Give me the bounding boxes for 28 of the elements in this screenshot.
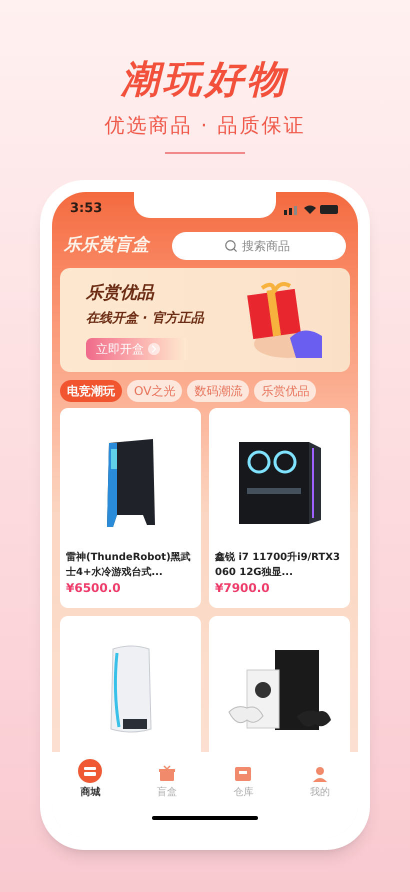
nav-tab[interactable]: 盲盒 [142, 758, 192, 800]
app-title: 乐乐赏盲盒 [64, 234, 149, 258]
box-icon [234, 765, 252, 783]
status-time: 3:53 [70, 200, 102, 218]
status-icons [284, 203, 340, 215]
product-card[interactable]: 鑫锐 i7 11700升i9/RTX3060 12G独显... ¥7900.0 [209, 408, 350, 608]
category-tab[interactable]: 数码潮流 [187, 380, 250, 402]
category-tab[interactable]: 电竞潮玩 [60, 380, 122, 402]
category-tab[interactable]: OV之光 [127, 380, 182, 402]
category-tab[interactable]: 乐赏优品 [254, 380, 316, 402]
product-name: 雷神(ThundeRobot)黑武士4+水冷游戏台式... [66, 550, 192, 580]
nav-tab[interactable]: 我的 [294, 758, 345, 800]
nav-tab[interactable]: 仓库 [218, 758, 268, 800]
chevron-right-icon [148, 342, 160, 354]
search-icon [224, 239, 238, 253]
gift-box-icon [158, 765, 176, 783]
subtitle: 优选商品 · 品质保证 [104, 112, 306, 138]
product-price: ¥7900.0 [215, 580, 271, 596]
headline: 潮玩好物 [121, 56, 289, 102]
banner-title: 乐赏优品 [86, 282, 156, 304]
product-price: ¥6500.0 [66, 580, 122, 596]
product-card[interactable]: 雷神(ThundeRobot)黑武士4+水冷游戏台式... ¥6500.0 [60, 408, 201, 608]
search-field[interactable]: 搜索商品 [172, 232, 346, 260]
open-box-button[interactable]: 立即开盒 [86, 338, 186, 360]
nav-tab[interactable]: 商城 [65, 758, 116, 800]
user-icon [310, 765, 329, 783]
product-name: 鑫锐 i7 11700升i9/RTX3060 12G独显... [215, 550, 341, 580]
banner-subtitle: 在线开盒 · 官方正品 [86, 310, 204, 328]
